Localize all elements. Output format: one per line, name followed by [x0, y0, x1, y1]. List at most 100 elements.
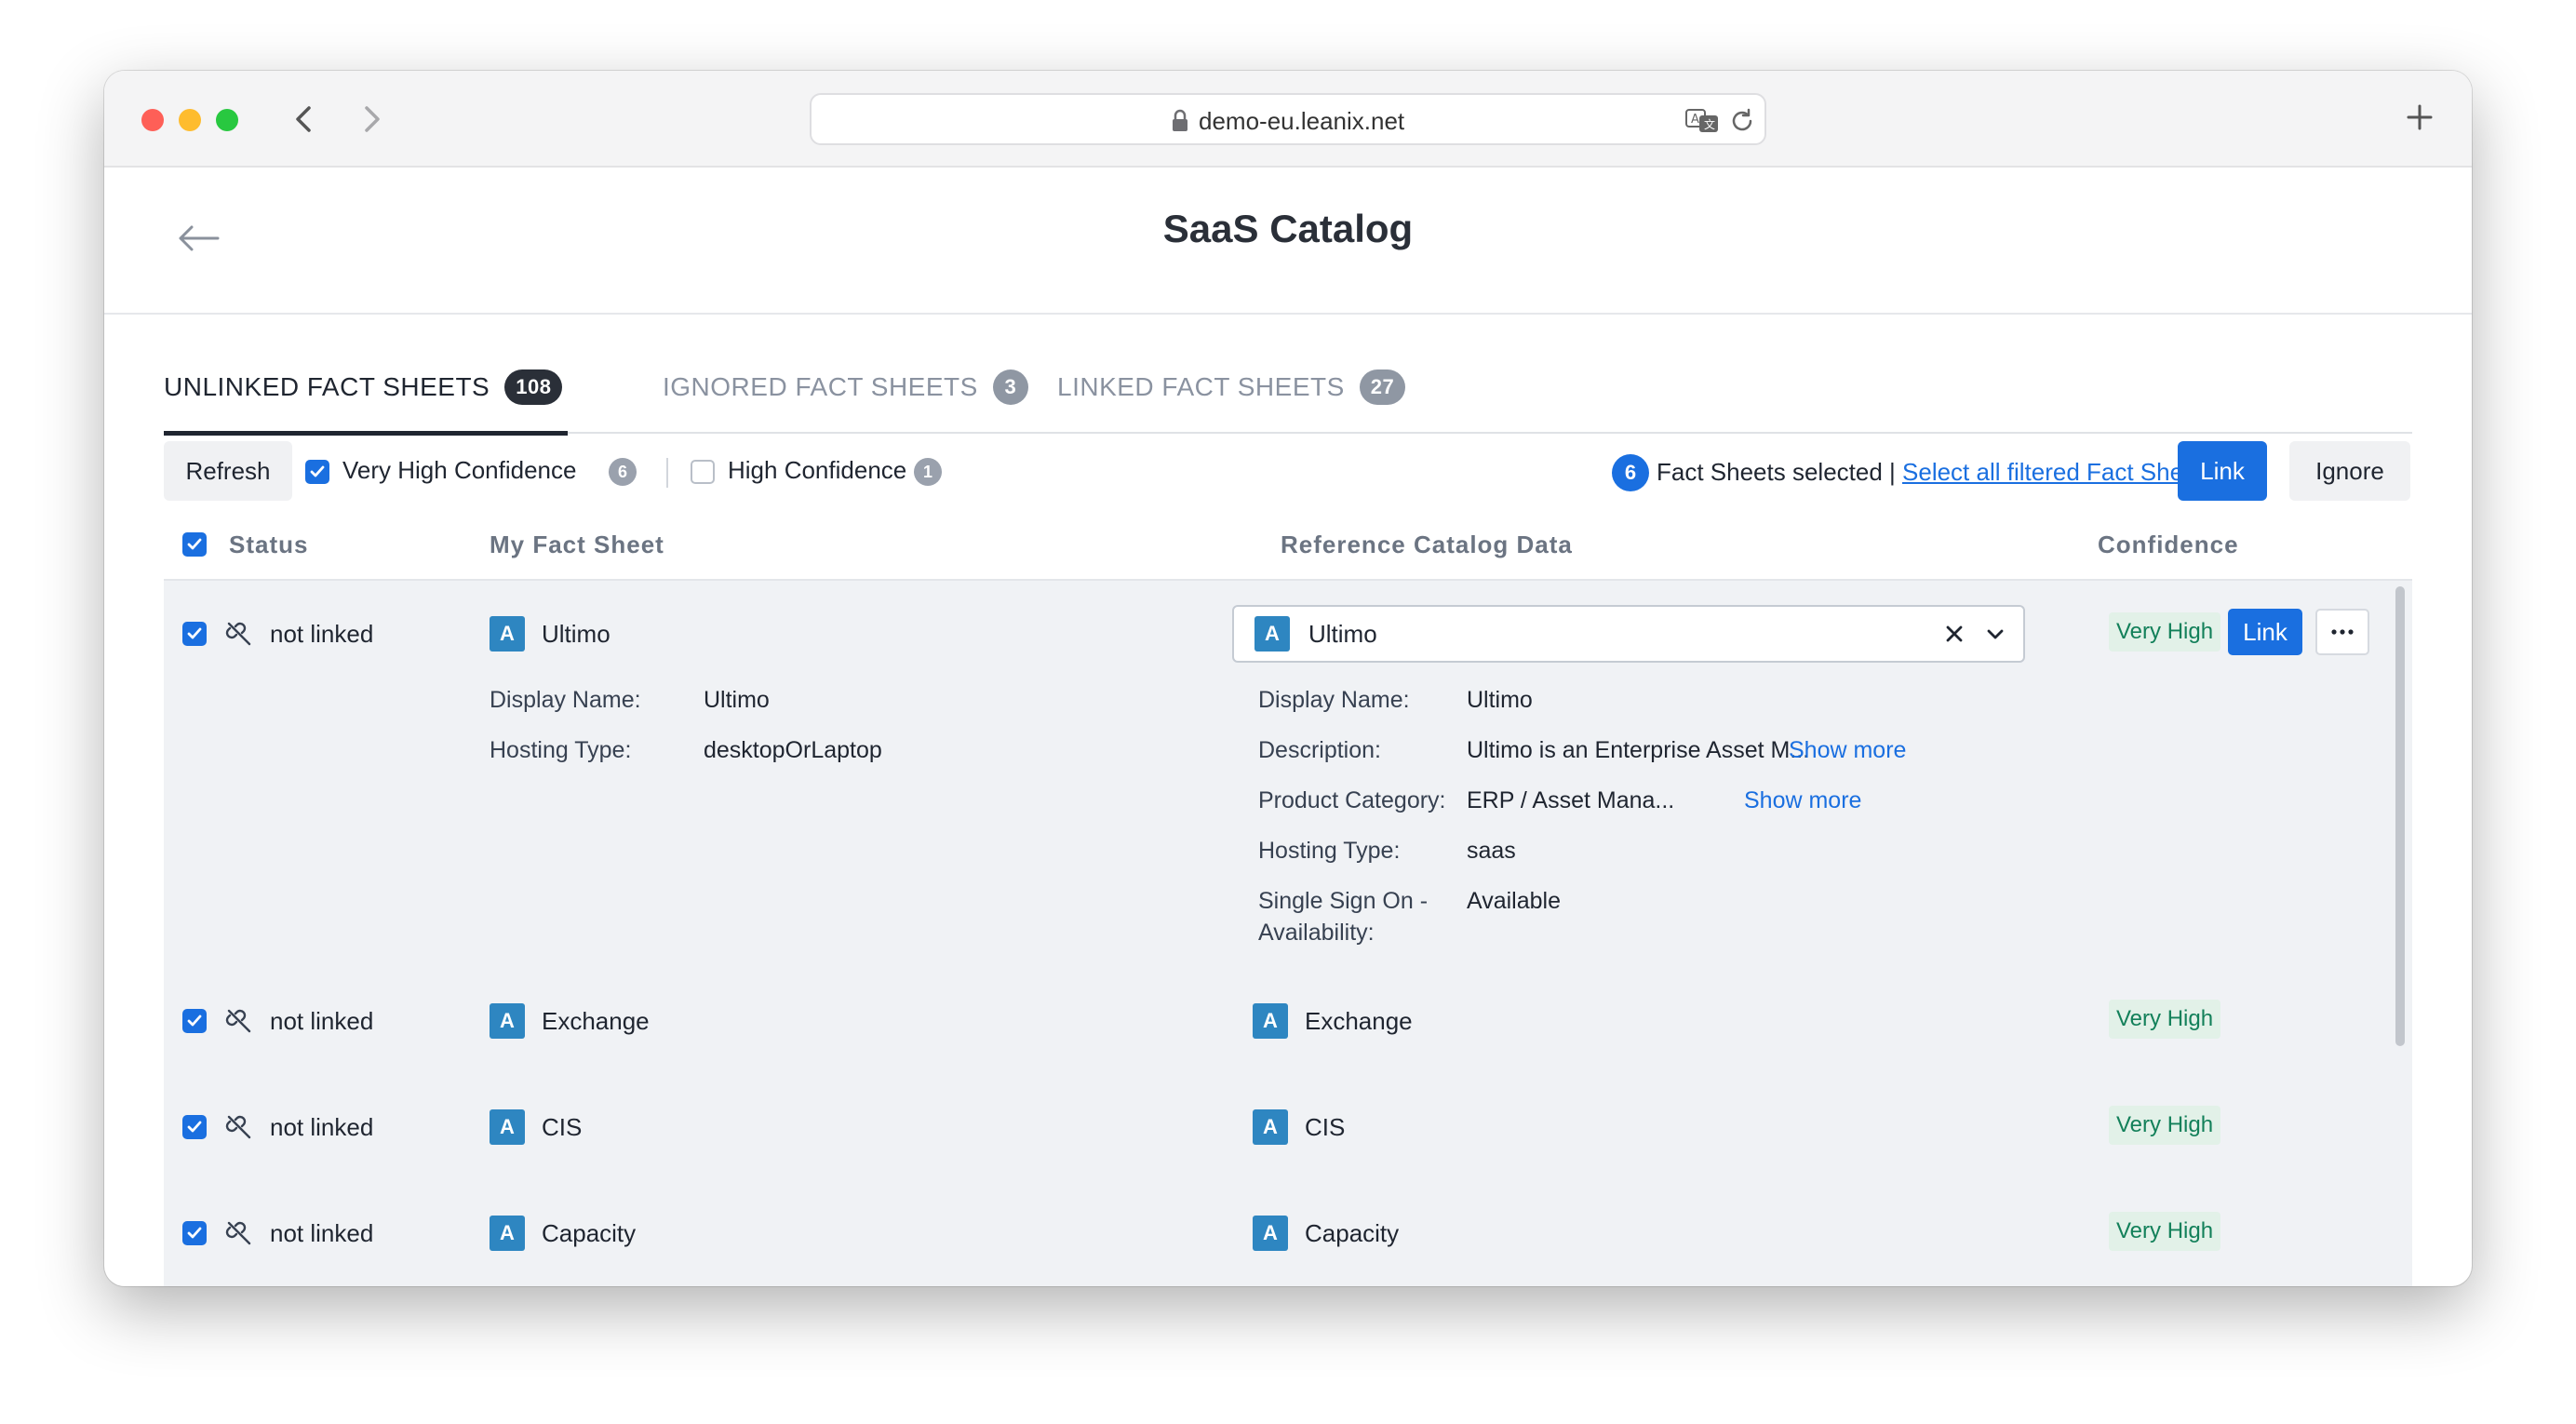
tab-count-badge: 27: [1359, 369, 1406, 405]
detail-label: Hosting Type:: [490, 737, 632, 763]
application-type-badge: A: [1253, 1109, 1288, 1145]
lock-icon: [1173, 109, 1187, 131]
selected-text: Fact Sheets selected |: [1657, 458, 1896, 486]
status-text: not linked: [270, 1113, 374, 1141]
unlink-icon: [225, 622, 251, 646]
chevron-right-icon: [365, 106, 380, 132]
fact-sheet-name-link[interactable]: Capacity: [542, 1219, 636, 1248]
close-icon[interactable]: [1943, 623, 1966, 645]
catalog-entry-name[interactable]: Capacity: [1305, 1219, 1399, 1248]
catalog-detail-value: Available: [1467, 888, 1562, 914]
reload-icon[interactable]: [1727, 106, 1757, 136]
row-checkbox[interactable]: [182, 1221, 207, 1245]
close-window-button[interactable]: [141, 109, 164, 131]
address-bar[interactable]: demo-eu.leanix.net A文: [810, 93, 1766, 145]
fact-sheet-name-link[interactable]: Exchange: [542, 1007, 650, 1036]
status-text: not linked: [270, 1219, 374, 1247]
table-scrollbar[interactable]: [2395, 586, 2405, 1046]
ignore-selected-button[interactable]: Ignore: [2289, 441, 2410, 501]
check-icon: [187, 1227, 202, 1239]
tab-label: UNLINKED FACT SHEETS: [164, 372, 490, 401]
check-icon: [187, 538, 202, 550]
table-header: Status My Fact Sheet Reference Catalog D…: [164, 508, 2412, 579]
check-icon: [187, 627, 202, 639]
catalog-detail-label-line2: Availability:: [1258, 920, 1375, 946]
fact-sheet-name-link[interactable]: CIS: [542, 1113, 582, 1142]
minimize-window-button[interactable]: [179, 109, 201, 131]
status-text: not linked: [270, 620, 374, 648]
select-all-checkbox[interactable]: [182, 532, 207, 557]
detail-value: desktopOrLaptop: [704, 737, 882, 763]
filter-divider: [666, 458, 668, 488]
page-header: SaaS Catalog: [104, 168, 2472, 315]
high-confidence-checkbox[interactable]: [691, 460, 715, 484]
catalog-detail-label: Display Name:: [1258, 687, 1410, 713]
confidence-badge: Very High: [2109, 1000, 2221, 1039]
row-more-actions-button[interactable]: [2315, 609, 2369, 655]
high-confidence-label: High Confidence: [728, 456, 907, 484]
filter-bar: Refresh Very High Confidence 6 High Conf…: [164, 441, 2412, 506]
catalog-detail-value: Ultimo is an Enterprise Asset M...: [1467, 737, 1810, 763]
tab-count-badge: 108: [504, 369, 563, 405]
plus-icon[interactable]: [2401, 99, 2438, 136]
table-body: not linked A Ultimo Display Name: Ultimo…: [164, 579, 2412, 1286]
tab-count-badge: 3: [992, 369, 1028, 405]
chevron-left-icon: [296, 106, 311, 132]
unlink-icon: [225, 1009, 251, 1033]
svg-text:文: 文: [1704, 117, 1715, 131]
row-checkbox[interactable]: [182, 622, 207, 646]
browser-window: demo-eu.leanix.net A文 SaaS Catalog UNLIN…: [104, 71, 2472, 1286]
detail-value: Ultimo: [704, 687, 770, 713]
confidence-badge: Very High: [2109, 1106, 2221, 1145]
refresh-button[interactable]: Refresh: [164, 441, 292, 501]
tab-label: IGNORED FACT SHEETS: [663, 372, 978, 401]
application-type-badge: A: [490, 616, 525, 652]
status-text: not linked: [270, 1007, 374, 1035]
row-link-button[interactable]: Link: [2228, 609, 2302, 655]
select-all-filtered-link[interactable]: Select all filtered Fact Sheets: [1902, 458, 2216, 486]
more-horizontal-icon: [2331, 629, 2354, 635]
tab-label: LINKED FACT SHEETS: [1057, 372, 1345, 401]
tab-unlinked-fact-sheets[interactable]: UNLINKED FACT SHEETS 108: [164, 341, 568, 436]
very-high-confidence-count: 6: [609, 458, 637, 486]
column-header-confidence[interactable]: Confidence: [2098, 531, 2239, 559]
application-type-badge: A: [490, 1216, 525, 1251]
show-more-description-link[interactable]: Show more: [1789, 737, 1906, 764]
catalog-detail-value: Ultimo: [1467, 687, 1533, 713]
catalog-entry-name[interactable]: CIS: [1305, 1113, 1345, 1142]
selected-catalog-entry: Ultimo: [1308, 620, 1377, 648]
application-type-badge: A: [1253, 1216, 1288, 1251]
chevron-down-icon[interactable]: [1984, 625, 2006, 645]
detail-label: Display Name:: [490, 687, 641, 713]
application-type-badge: A: [1253, 1003, 1288, 1039]
browser-back-button[interactable]: [287, 99, 324, 140]
catalog-entry-name[interactable]: Exchange: [1305, 1007, 1413, 1036]
fact-sheet-name-link[interactable]: Ultimo: [542, 620, 610, 649]
check-icon: [187, 1121, 202, 1133]
column-header-status[interactable]: Status: [229, 531, 308, 559]
confidence-badge: Very High: [2109, 612, 2221, 652]
catalog-detail-label: Single Sign On -: [1258, 888, 1429, 914]
maximize-window-button[interactable]: [216, 109, 238, 131]
application-type-badge: A: [490, 1003, 525, 1039]
catalog-detail-label: Description:: [1258, 737, 1381, 763]
tab-linked-fact-sheets[interactable]: LINKED FACT SHEETS 27: [1057, 341, 1406, 434]
row-checkbox[interactable]: [182, 1115, 207, 1139]
row-checkbox[interactable]: [182, 1009, 207, 1033]
column-header-reference-catalog[interactable]: Reference Catalog Data: [1281, 531, 1573, 559]
high-confidence-count: 1: [914, 458, 942, 486]
catalog-match-select[interactable]: A Ultimo: [1232, 605, 2025, 663]
very-high-confidence-checkbox[interactable]: [305, 460, 329, 484]
page-title: SaaS Catalog: [1162, 207, 1414, 250]
fact-sheet-tabs: UNLINKED FACT SHEETS 108 IGNORED FACT SH…: [164, 341, 2412, 436]
catalog-detail-label: Hosting Type:: [1258, 838, 1401, 864]
confidence-badge: Very High: [2109, 1212, 2221, 1251]
translate-icon[interactable]: A文: [1684, 106, 1720, 136]
check-icon: [310, 465, 325, 477]
browser-forward-button[interactable]: [352, 99, 389, 140]
application-type-badge: A: [490, 1109, 525, 1145]
tab-ignored-fact-sheets[interactable]: IGNORED FACT SHEETS 3: [663, 341, 1028, 434]
link-selected-button[interactable]: Link: [2178, 441, 2267, 501]
column-header-my-fact-sheet[interactable]: My Fact Sheet: [490, 531, 664, 559]
show-more-category-link[interactable]: Show more: [1744, 787, 1861, 814]
